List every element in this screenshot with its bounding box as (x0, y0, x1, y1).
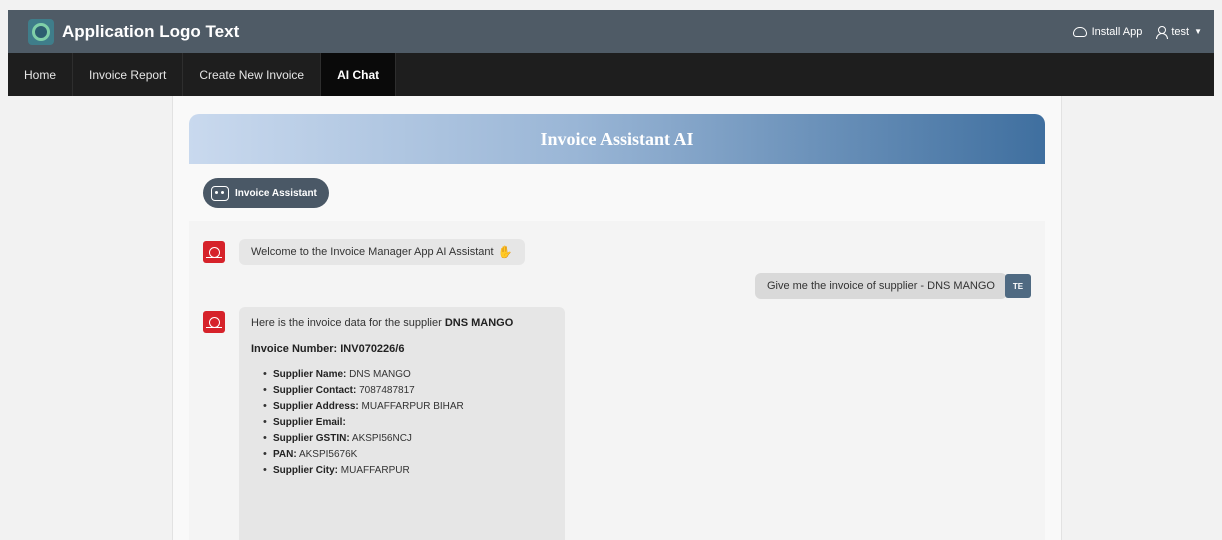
invoice-assistant-button[interactable]: Invoice Assistant (203, 178, 329, 208)
reply-intro: Here is the invoice data for the supplie… (251, 317, 442, 329)
tab-invoice-report[interactable]: Invoice Report (73, 53, 184, 96)
install-app-label: Install App (1091, 25, 1143, 38)
app-header: Application Logo Text Install App test ▼ (8, 10, 1214, 53)
bot-avatar (203, 311, 225, 333)
list-item: Supplier GSTIN: AKSPI56NCJ (263, 432, 553, 444)
wave-hand-icon: ✋ (497, 245, 513, 259)
list-item: Supplier Name: DNS MANGO (263, 368, 553, 380)
invoice-number: Invoice Number: INV070226/6 (251, 343, 405, 355)
field-label: Supplier City: (273, 465, 339, 476)
list-item: Supplier Contact: 7087487817 (263, 384, 553, 396)
install-app-button[interactable]: Install App (1072, 25, 1143, 38)
bot-face-icon (205, 246, 222, 258)
robot-icon (211, 185, 229, 201)
field-label: Supplier Email: (273, 417, 346, 428)
user-message-text: Give me the invoice of supplier - DNS MA… (766, 280, 995, 292)
field-value: DNS MANGO (349, 369, 411, 380)
chat-card: Invoice Assistant AI Invoice Assistant W… (172, 96, 1062, 540)
banner-title: Invoice Assistant AI (540, 128, 694, 149)
app-logo-icon[interactable] (28, 18, 54, 45)
reply-supplier: DNS MANGO (444, 317, 514, 329)
invoice-assistant-label: Invoice Assistant (235, 187, 317, 199)
welcome-text: Welcome to the Invoice Manager App AI As… (251, 246, 494, 258)
tab-create-new-invoice[interactable]: Create New Invoice (183, 53, 322, 96)
bot-face-icon (205, 316, 222, 328)
invoice-number-line: Invoice Number: INV070226/6 (251, 343, 553, 355)
main-nav: Home Invoice Report Create New Invoice A… (8, 53, 1214, 96)
chevron-down-icon: ▼ (1194, 27, 1202, 36)
bot-message-welcome: Welcome to the Invoice Manager App AI As… (239, 239, 525, 265)
user-menu[interactable]: test ▼ (1156, 25, 1202, 39)
field-label: Supplier Address: (273, 401, 359, 412)
field-label: PAN: (273, 449, 297, 460)
user-name: test (1171, 25, 1190, 38)
tab-ai-chat[interactable]: AI Chat (321, 53, 397, 96)
field-label: Supplier Name: (273, 369, 347, 380)
list-item: Supplier City: MUAFFARPUR (263, 464, 553, 476)
cloud-download-icon (1072, 26, 1087, 37)
app-title[interactable]: Application Logo Text (62, 22, 239, 42)
user-icon (1156, 25, 1169, 39)
list-item: Supplier Address: MUAFFARPUR BIHAR (263, 400, 553, 412)
field-value: AKSPI5676K (298, 449, 358, 460)
user-avatar: TE (1005, 274, 1031, 298)
field-value: MUAFFARPUR BIHAR (361, 401, 464, 412)
invoice-field-list: Supplier Name: DNS MANGO Supplier Contac… (251, 368, 553, 476)
field-value: MUAFFARPUR (340, 465, 410, 476)
list-item: Supplier Email: (263, 416, 553, 428)
field-label: Supplier Contact: (273, 385, 357, 396)
reply-intro-line: Here is the invoice data for the supplie… (251, 317, 553, 329)
field-value: 7087487817 (359, 385, 415, 396)
bot-message-invoice: Here is the invoice data for the supplie… (239, 307, 565, 540)
assistant-banner: Invoice Assistant AI (189, 114, 1045, 164)
header-actions: Install App test ▼ (1059, 25, 1202, 39)
list-item: PAN: AKSPI5676K (263, 448, 553, 460)
user-message: Give me the invoice of supplier - DNS MA… (754, 273, 1007, 299)
bot-avatar (203, 241, 225, 263)
field-value: AKSPI56NCJ (351, 433, 412, 444)
tab-home[interactable]: Home (8, 53, 74, 96)
chat-thread[interactable]: Welcome to the Invoice Manager App AI As… (189, 221, 1045, 540)
field-label: Supplier GSTIN: (273, 433, 350, 444)
